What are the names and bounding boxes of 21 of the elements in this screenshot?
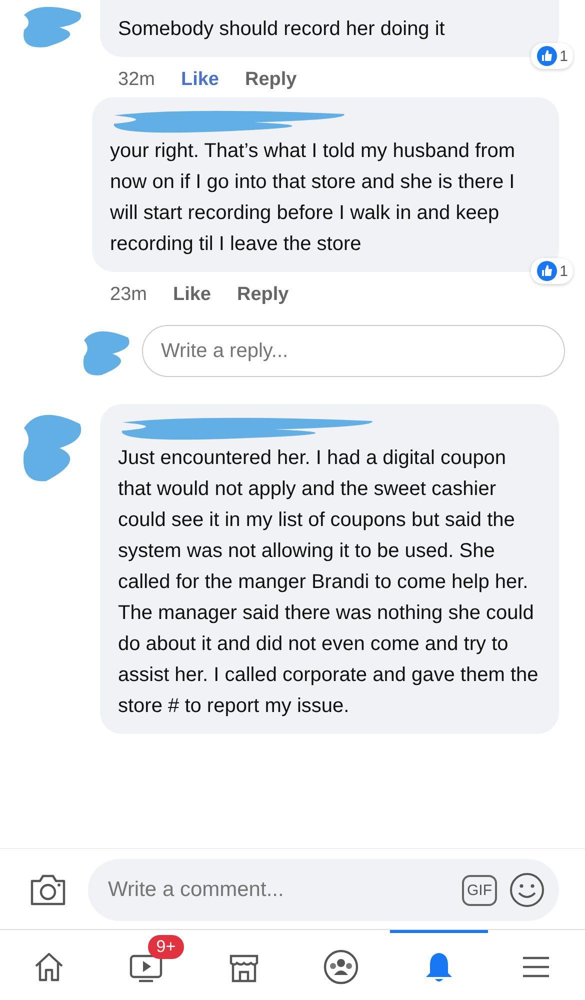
camera-icon[interactable] bbox=[28, 872, 68, 908]
video-tab[interactable]: 9+ bbox=[98, 930, 195, 1000]
reaction-count: 1 bbox=[530, 258, 573, 284]
reply-link[interactable]: Reply bbox=[237, 284, 289, 306]
emoji-icon[interactable] bbox=[509, 872, 545, 908]
reply-link[interactable]: Reply bbox=[245, 69, 297, 91]
comment-text: Somebody should record her doing it bbox=[118, 18, 445, 40]
reply-field[interactable]: Write a reply... bbox=[142, 325, 565, 377]
groups-icon bbox=[322, 948, 360, 986]
comment-time: 23m bbox=[110, 284, 147, 306]
comment-text: your right. That’s what I told my husband from now on if I go into that store and she is there I will start recording before I walk in and keep recording til I leave the store bbox=[110, 140, 516, 255]
like-icon bbox=[536, 260, 558, 282]
reaction-count: 1 bbox=[530, 43, 573, 69]
comment-time: 32m bbox=[118, 69, 155, 91]
comment-field[interactable]: Write a comment... GIF bbox=[88, 859, 559, 921]
notification-badge: 9+ bbox=[148, 935, 184, 959]
like-link[interactable]: Like bbox=[172, 284, 211, 306]
comment-text: Just encountered her. I had a digital coupon that would not apply and the sweet cashier could see it in my list of coupons but said the system was not allowing it to be used. She called for the manger Brandi to come help her. The manager said there was nothing she could do about it and did not even come and try to assist her. I called corporate and gave them the store # to report my issue. bbox=[118, 447, 538, 717]
like-icon bbox=[536, 45, 558, 67]
like-link[interactable]: Like bbox=[180, 69, 219, 91]
gif-button[interactable]: GIF bbox=[462, 874, 497, 906]
